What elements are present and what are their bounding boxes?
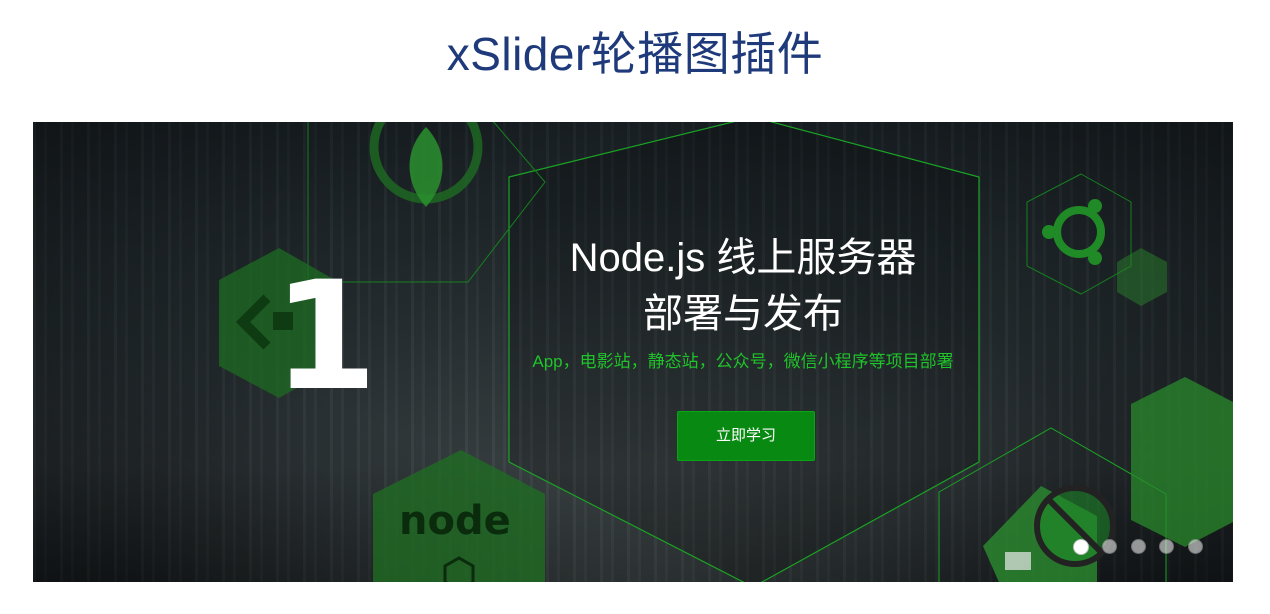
image-slider[interactable]: node 1 Node.js 线上服务器 部署与发布 App，电影站，静态站，公… [33, 122, 1233, 582]
headline-line-2: 部署与发布 [643, 292, 843, 336]
ubuntu-icon [1042, 199, 1105, 265]
headline-line-1: Node.js 线上服务器 [569, 236, 917, 280]
small-hexagon [1117, 248, 1167, 306]
no-hands-sign-icon [983, 485, 1116, 582]
slide-indicator-dots [1073, 538, 1212, 555]
slide-headline: Node.js 线上服务器 部署与发布 [483, 230, 1003, 342]
page-title: xSlider轮播图插件 [446, 28, 824, 80]
slide-dot-1[interactable] [1073, 538, 1089, 555]
slide-subtitle: App，电影站，静态站，公众号，微信小程序等项目部署 [532, 352, 954, 371]
right-hexagon [1131, 377, 1233, 547]
svg-text:node: node [399, 498, 511, 544]
slide-dot-5[interactable] [1187, 539, 1203, 555]
slide-number: 1 [273, 250, 378, 424]
mongodb-leaf-icon [369, 122, 483, 207]
learn-now-button[interactable]: 立即学习 [677, 411, 815, 461]
